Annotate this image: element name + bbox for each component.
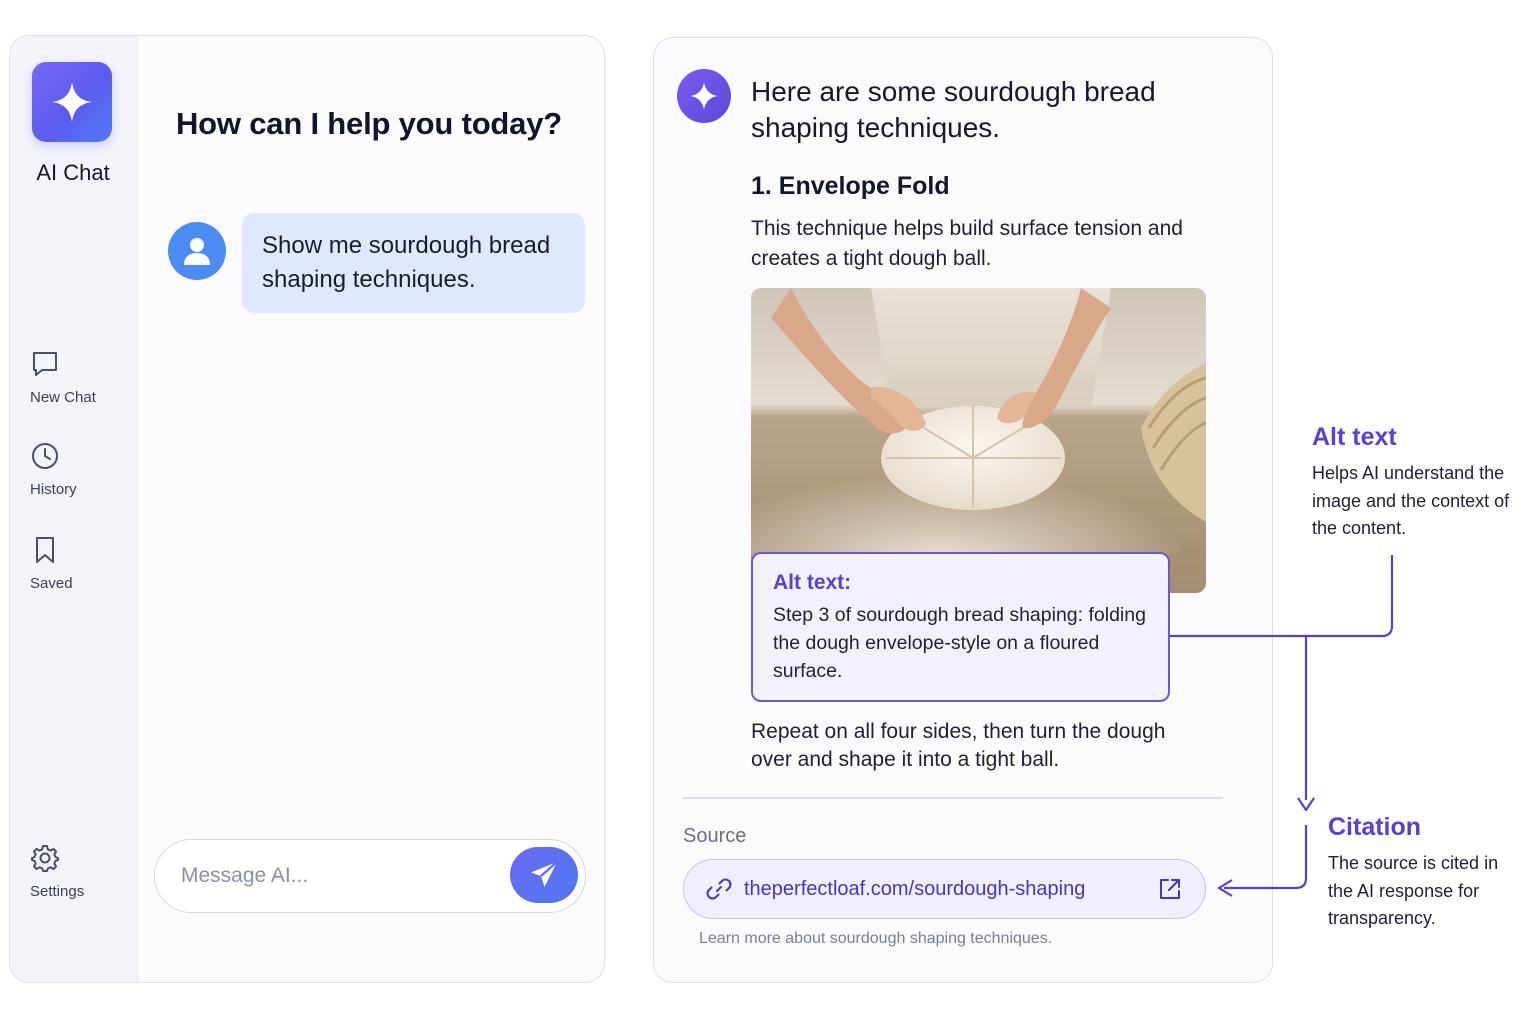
citation-annotation-title: Citation: [1328, 813, 1422, 841]
divider: [683, 797, 1223, 799]
sparkle-icon: [690, 82, 718, 110]
app-logo: [32, 62, 112, 142]
nav-new-chat[interactable]: New Chat: [30, 349, 130, 406]
send-button[interactable]: [510, 847, 578, 903]
sidebar: AI Chat New Chat History Saved Settings: [10, 36, 138, 982]
nav-label: Saved: [30, 575, 73, 592]
nav-settings[interactable]: Settings: [30, 843, 130, 900]
source-link[interactable]: theperfectloaf.com/sourdough-shaping: [683, 859, 1206, 919]
step-title: 1. Envelope Fold: [751, 172, 950, 200]
chat-main: How can I help you today? Show me sourdo…: [138, 36, 604, 982]
sparkle-icon: [52, 82, 92, 122]
send-icon: [531, 861, 558, 887]
user-icon: [184, 238, 210, 265]
nav-saved[interactable]: Saved: [30, 535, 130, 592]
alt-text-label: Alt text:: [773, 571, 852, 594]
dough-shaping-image: [751, 288, 1206, 593]
clock-icon: [32, 443, 58, 469]
step-followup: Repeat on all four sides, then turn the …: [751, 720, 1166, 771]
bookmark-icon: [36, 537, 54, 563]
ai-response-panel: Here are some sourdough bread shaping te…: [653, 37, 1273, 983]
nav-label: Settings: [30, 883, 85, 900]
app-name: AI Chat: [36, 160, 110, 185]
alt-text-body: Step 3 of sourdough bread shaping: foldi…: [773, 604, 1146, 682]
chat-bubble-icon: [33, 352, 57, 376]
nav-history[interactable]: History: [30, 441, 130, 498]
link-icon: [706, 878, 732, 900]
nav-label: History: [30, 481, 77, 498]
chat-panel: AI Chat New Chat History Saved Settings …: [9, 35, 605, 983]
nav-label: New Chat: [30, 389, 96, 406]
source-link-text: theperfectloaf.com/sourdough-shaping: [744, 877, 1086, 900]
ai-avatar: [677, 69, 731, 123]
response-intro: Here are some sourdough bread shaping te…: [751, 76, 1156, 143]
step-description: This technique helps build surface tensi…: [751, 217, 1183, 270]
alt-text-annotation-title: Alt text: [1312, 423, 1397, 451]
message-input[interactable]: [181, 860, 481, 892]
message-composer: [154, 839, 586, 913]
alt-text-box: Alt text: Step 3 of sourdough bread shap…: [751, 552, 1170, 702]
alt-text-annotation-body: Helps AI understand the image and the co…: [1312, 463, 1510, 538]
gear-icon: [31, 845, 59, 872]
external-link-icon: [1160, 879, 1180, 899]
citation-annotation-body: The source is cited in the AI response f…: [1328, 853, 1499, 928]
greeting-heading: How can I help you today?: [176, 106, 562, 141]
source-label: Source: [683, 825, 747, 847]
source-note: Learn more about sourdough shaping techn…: [699, 930, 1053, 947]
user-avatar: [168, 222, 226, 280]
user-message-bubble: Show me sourdough bread shaping techniqu…: [242, 213, 585, 313]
